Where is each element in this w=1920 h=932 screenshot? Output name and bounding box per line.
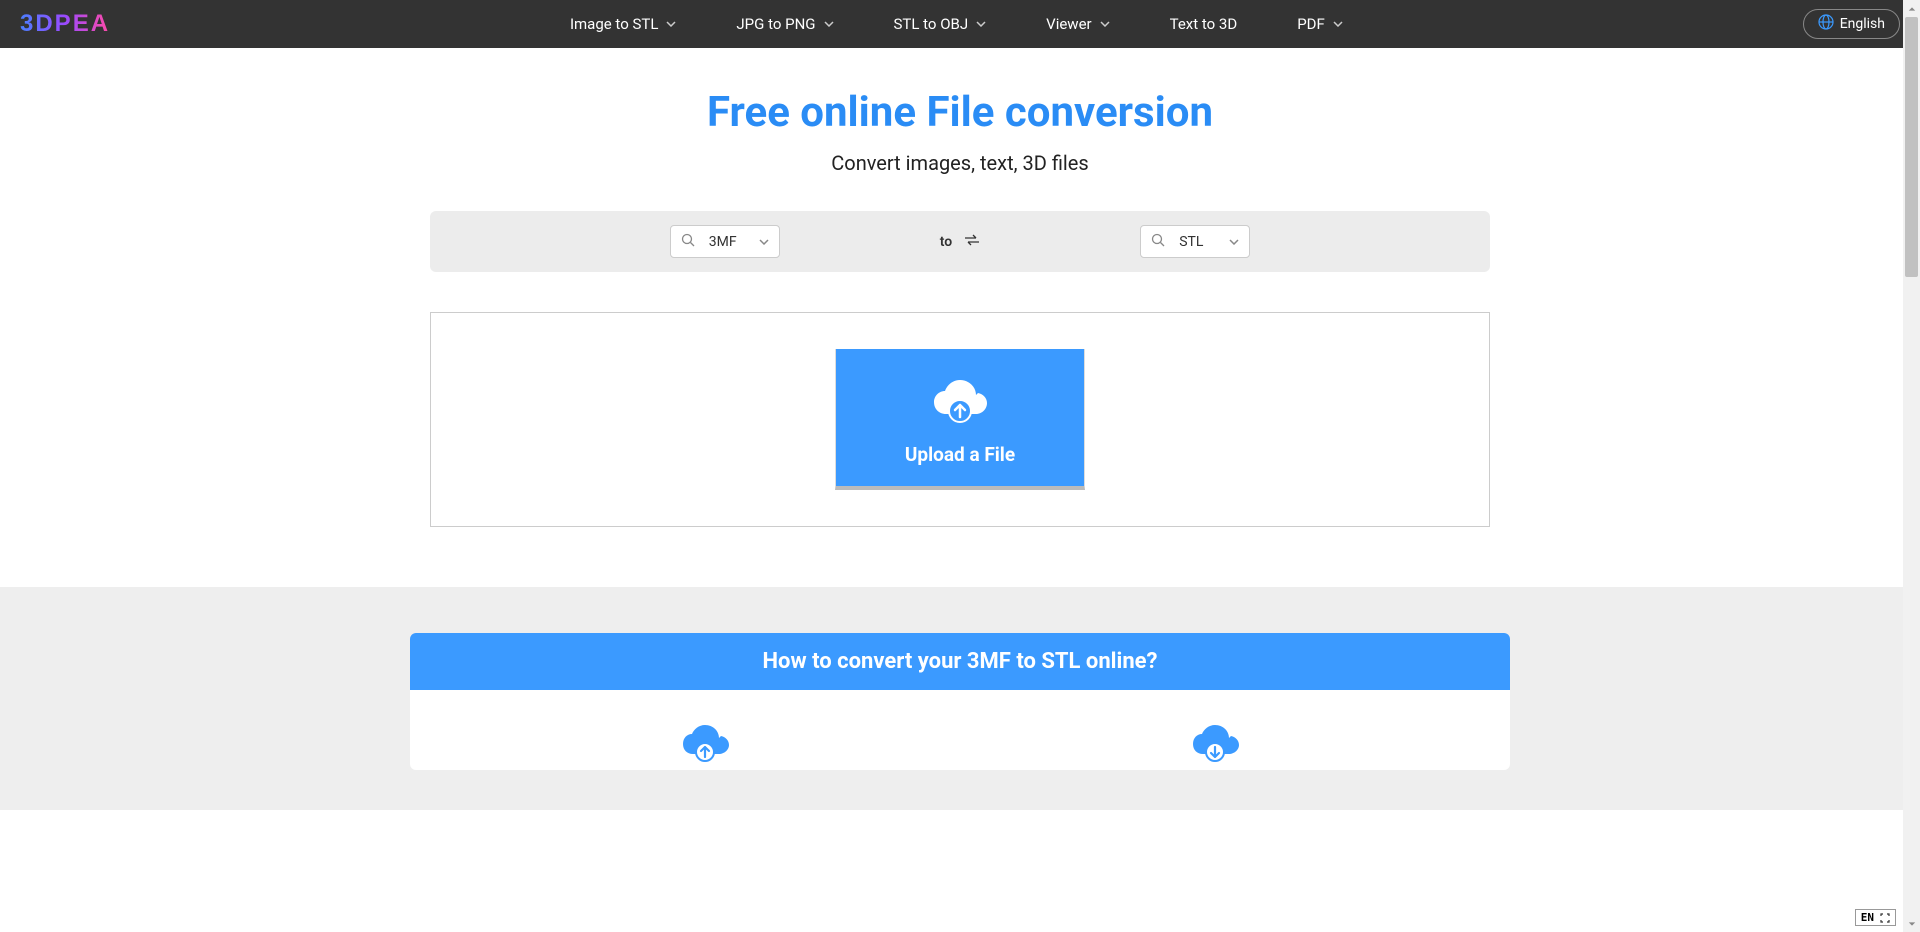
chevron-down-icon	[1333, 19, 1343, 29]
nav-viewer[interactable]: Viewer	[1046, 15, 1109, 33]
logo[interactable]: 3DPEA	[20, 10, 110, 38]
chevron-down-icon	[824, 19, 834, 29]
ime-language-indicator[interactable]: EN	[1855, 909, 1896, 926]
header: 3DPEA Image to STL JPG to PNG STL to OBJ…	[0, 0, 1920, 48]
chevron-down-icon	[1229, 237, 1239, 247]
nav-label: Image to STL	[570, 15, 658, 33]
howto-card: How to convert your 3MF to STL online?	[410, 633, 1510, 770]
nav-label: Viewer	[1046, 15, 1091, 33]
scrollbar-thumb[interactable]	[1905, 17, 1918, 277]
search-icon	[1151, 232, 1165, 251]
nav-label: PDF	[1297, 15, 1325, 33]
chevron-down-icon	[976, 19, 986, 29]
upload-button[interactable]: Upload a File	[835, 349, 1085, 490]
upload-dropzone[interactable]: Upload a File	[430, 312, 1490, 527]
to-label: to	[940, 234, 952, 250]
chevron-down-icon	[1100, 19, 1110, 29]
scrollbar-down-icon[interactable]	[1903, 915, 1920, 932]
cloud-upload-icon	[677, 718, 733, 770]
globe-icon	[1818, 14, 1834, 34]
from-format-select[interactable]: 3MF	[670, 225, 780, 258]
to-format-value: STL	[1179, 234, 1215, 250]
cloud-upload-icon	[928, 371, 992, 431]
ime-expand-icon	[1880, 913, 1890, 923]
chevron-down-icon	[759, 237, 769, 247]
nav-jpg-to-png[interactable]: JPG to PNG	[736, 15, 833, 33]
swap-icon[interactable]	[964, 234, 980, 250]
howto-title: How to convert your 3MF to STL online?	[410, 633, 1510, 690]
main-nav: Image to STL JPG to PNG STL to OBJ Viewe…	[570, 15, 1343, 33]
howto-step-download	[960, 718, 1470, 770]
howto-step-upload	[450, 718, 960, 770]
to-format-select[interactable]: STL	[1140, 225, 1250, 258]
nav-label: Text to 3D	[1170, 15, 1238, 33]
nav-pdf[interactable]: PDF	[1297, 15, 1343, 33]
format-selector-bar: 3MF to STL	[430, 211, 1490, 272]
howto-steps	[410, 690, 1510, 770]
nav-label: STL to OBJ	[894, 15, 969, 33]
nav-label: JPG to PNG	[736, 15, 815, 33]
upload-button-label: Upload a File	[905, 443, 1015, 466]
hero-section: Free online File conversion Convert imag…	[410, 48, 1510, 587]
howto-section: How to convert your 3MF to STL online?	[0, 587, 1920, 810]
chevron-down-icon	[666, 19, 676, 29]
scrollbar[interactable]	[1903, 0, 1920, 932]
language-label: English	[1840, 16, 1885, 32]
nav-text-to-3d[interactable]: Text to 3D	[1170, 15, 1238, 33]
from-format-value: 3MF	[709, 234, 745, 250]
page-subtitle: Convert images, text, 3D files	[430, 151, 1490, 175]
search-icon	[681, 232, 695, 251]
to-label-group: to	[940, 234, 980, 250]
scrollbar-up-icon[interactable]	[1903, 0, 1920, 17]
cloud-download-icon	[1187, 718, 1243, 770]
language-button[interactable]: English	[1803, 9, 1900, 39]
nav-image-to-stl[interactable]: Image to STL	[570, 15, 676, 33]
nav-stl-to-obj[interactable]: STL to OBJ	[894, 15, 987, 33]
page-title: Free online File conversion	[430, 88, 1490, 137]
ime-label: EN	[1861, 911, 1874, 924]
